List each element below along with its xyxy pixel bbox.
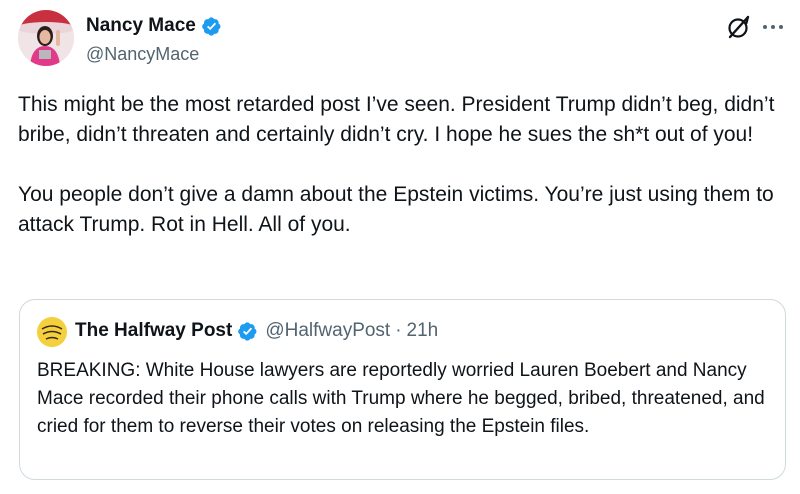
verified-badge-icon <box>201 16 221 36</box>
tweet: Nancy Mace @NancyMace This might be the … <box>0 0 800 494</box>
quote-author-name[interactable]: The Halfway Post <box>75 319 232 343</box>
verified-badge-icon <box>238 321 257 341</box>
author-name[interactable]: Nancy Mace <box>86 14 196 38</box>
author-avatar[interactable] <box>18 10 74 66</box>
quoted-tweet-card[interactable]: The Halfway Post @HalfwayPost · 21h BREA… <box>19 299 786 480</box>
author-handle[interactable]: @NancyMace <box>86 42 199 66</box>
grok-icon <box>728 15 750 39</box>
avatar-photo-icon <box>18 10 74 66</box>
quote-header: The Halfway Post @HalfwayPost · 21h <box>75 319 438 343</box>
tweet-paragraph-2: You people don’t give a damn about the E… <box>18 183 774 236</box>
quote-separator: · <box>395 320 402 341</box>
quote-timestamp[interactable]: 21h <box>407 319 439 343</box>
quote-author-handle[interactable]: @HalfwayPost <box>265 319 390 343</box>
grok-button[interactable] <box>726 14 752 40</box>
quote-avatar[interactable] <box>37 317 67 347</box>
tweet-text: This might be the most retarded post I’v… <box>18 90 788 240</box>
author-name-row[interactable]: Nancy Mace <box>86 14 222 38</box>
more-options-button[interactable] <box>760 14 786 40</box>
quote-text: BREAKING: White House lawyers are report… <box>37 360 765 437</box>
tweet-paragraph-1: This might be the most retarded post I’v… <box>18 93 775 146</box>
more-options-icon <box>763 25 783 29</box>
halfway-post-logo-icon <box>37 317 67 347</box>
